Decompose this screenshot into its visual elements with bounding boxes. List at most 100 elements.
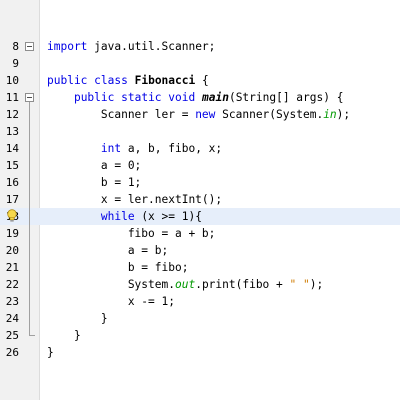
code-line[interactable]: 8 import java.util.Scanner; [0,38,400,55]
collapse-icon[interactable] [25,42,34,51]
code-line[interactable]: 22 System.out.print(fibo + " "); [0,276,400,293]
code-line[interactable]: 25 } [0,327,400,344]
code-token: ); [336,108,351,121]
line-number: 25 [5,329,19,342]
code-token: while [100,210,135,223]
code-token: } [47,329,81,342]
code-line[interactable]: 11 public static void main(String[] args… [0,89,400,106]
line-number: 13 [5,125,19,138]
code-token: static [121,91,162,104]
code-line[interactable]: 19 fibo = a + b; [0,225,400,242]
line-number: 17 [5,193,19,206]
code-text[interactable]: Scanner ler = new Scanner(System.in); [47,106,350,123]
line-number: 10 [5,74,19,87]
code-token: a = 0; [47,159,142,172]
code-token: .print(fibo + [195,278,290,291]
code-text[interactable]: } [47,344,54,361]
code-token: new [195,108,216,121]
code-token: class [94,74,128,87]
code-token: (x >= 1){ [134,210,202,223]
code-token: (String[] args) { [228,91,344,104]
code-text[interactable]: int a, b, fibo, x; [47,140,222,157]
code-token: b = fibo; [47,261,189,274]
code-token: { [195,74,209,87]
code-text[interactable]: } [47,327,81,344]
code-line[interactable]: 15 a = 0; [0,157,400,174]
code-token: main [202,91,229,104]
code-token: Fibonacci [134,74,196,87]
code-token: x -= 1; [47,295,175,308]
code-line[interactable]: 23 x -= 1; [0,293,400,310]
code-token: ); [309,278,324,291]
code-token: Scanner ler = [47,108,196,121]
code-line[interactable]: 20 a = b; [0,242,400,259]
code-line[interactable]: 12 Scanner ler = new Scanner(System.in); [0,106,400,123]
code-line[interactable]: 9 [0,55,400,72]
code-token: in [323,108,337,121]
code-text[interactable]: System.out.print(fibo + " "); [47,276,323,293]
code-token: import [47,40,88,53]
lightbulb-icon[interactable] [6,209,18,223]
line-number: 21 [5,261,19,274]
code-token: System. [47,278,175,291]
code-text[interactable]: a = b; [47,242,168,259]
line-number: 19 [5,227,19,240]
code-text[interactable]: x -= 1; [47,293,175,310]
code-token: Scanner(System. [215,108,324,121]
line-number: 8 [12,40,19,53]
code-text[interactable]: import java.util.Scanner; [47,38,215,55]
code-token: fibo = a + b; [47,227,216,240]
line-number: 24 [5,312,19,325]
line-number: 12 [5,108,19,121]
line-number: 15 [5,159,19,172]
code-token: public [73,91,115,104]
line-number: 20 [5,244,19,257]
code-token: java.util.Scanner; [87,40,216,53]
code-text[interactable]: public static void main(String[] args) { [47,89,344,106]
code-line[interactable]: 14 int a, b, fibo, x; [0,140,400,157]
code-token: int [100,142,122,155]
code-line[interactable]: 26} [0,344,400,361]
code-text[interactable]: b = fibo; [47,259,189,276]
code-token: } [47,346,54,359]
code-line[interactable]: 18 while (x >= 1){ [0,208,400,225]
line-number: 9 [12,57,19,70]
code-text[interactable]: x = ler.nextInt(); [47,191,222,208]
code-text[interactable]: a = 0; [47,157,141,174]
code-editor[interactable]: 8 import java.util.Scanner; 9 10 public clas… [0,0,400,400]
code-token: public [47,74,88,87]
code-text[interactable]: while (x >= 1){ [47,208,202,225]
code-line[interactable]: 24 } [0,310,400,327]
code-text[interactable]: public class Fibonacci { [47,72,209,89]
code-line[interactable]: 16 b = 1; [0,174,400,191]
line-number: 14 [5,142,19,155]
code-token: out [174,278,196,291]
code-token: void [168,91,196,104]
code-token: } [47,312,108,325]
code-token: " " [289,278,310,291]
code-token: x = ler.nextInt(); [47,193,223,206]
code-token: a = b; [47,244,169,257]
code-line[interactable]: 10 public class Fibonacci { [0,72,400,89]
line-number: 22 [5,278,19,291]
collapse-icon[interactable] [25,93,34,102]
fold-guide [29,102,30,335]
line-number: 26 [5,346,19,359]
code-text[interactable]: fibo = a + b; [47,225,216,242]
code-token: b = 1; [47,176,142,189]
fold-end-marker [29,335,35,336]
line-number: 16 [5,176,19,189]
code-token: a, b, fibo, x; [121,142,223,155]
code-line[interactable]: 21 b = fibo; [0,259,400,276]
code-text[interactable]: b = 1; [47,174,141,191]
line-number: 23 [5,295,19,308]
code-line[interactable]: 17 x = ler.nextInt(); [0,191,400,208]
code-text[interactable]: } [47,310,108,327]
code-line[interactable]: 13 [0,123,400,140]
line-number: 11 [5,91,19,104]
